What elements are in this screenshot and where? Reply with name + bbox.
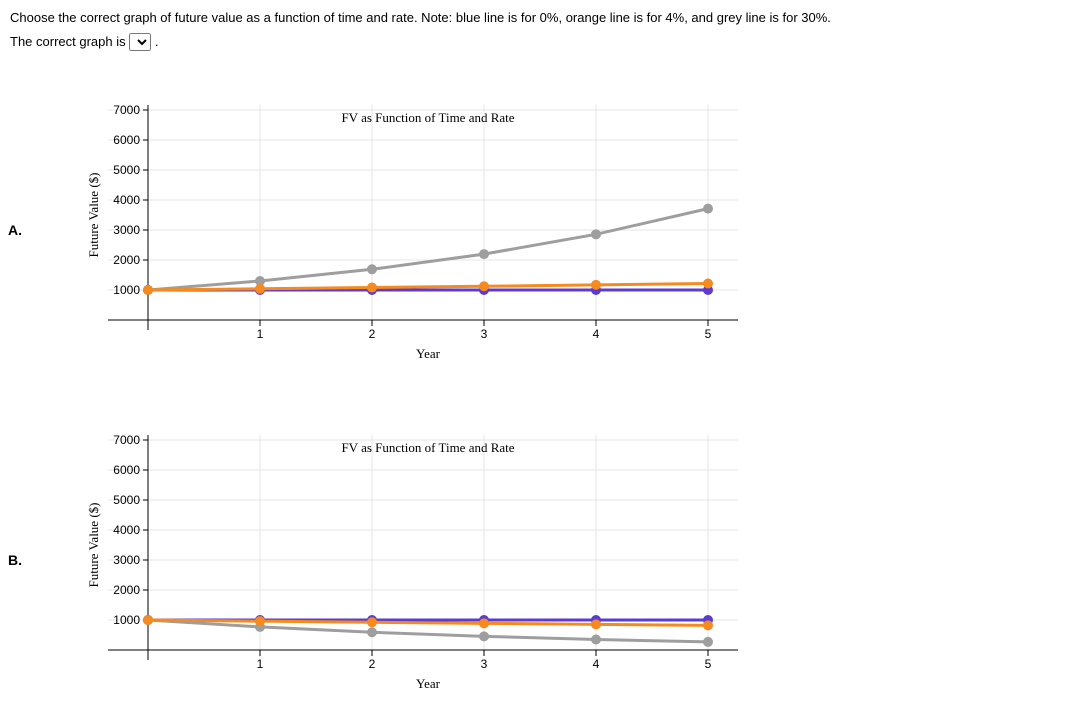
svg-text:1000: 1000: [113, 613, 140, 627]
question-prompt: Choose the correct graph of future value…: [10, 10, 1064, 25]
svg-text:FV as Function of Time and Rat: FV as Function of Time and Rate: [341, 440, 514, 455]
svg-text:1: 1: [257, 327, 264, 341]
svg-text:2: 2: [369, 657, 376, 671]
svg-text:5000: 5000: [113, 493, 140, 507]
chart-a: 1000 2000 3000 4000 5000 6000 7000 1 2 3 4 5 FV as F…: [68, 90, 748, 370]
svg-text:6000: 6000: [113, 463, 140, 477]
svg-text:FV as Function of Time and Rat: FV as Function of Time and Rate: [341, 110, 514, 125]
chart-row-b: B. 1000 2000 3000 4000 5000 6000 7000 1 2 3 4 5 FV a…: [0, 410, 748, 710]
svg-text:3: 3: [481, 327, 488, 341]
svg-text:4: 4: [593, 327, 600, 341]
svg-text:3000: 3000: [113, 223, 140, 237]
svg-text:4: 4: [593, 657, 600, 671]
chart-row-a: A. 1000 2000 3000 4000 5000 6000 7000 1 2 3 4 5 FV a…: [0, 80, 748, 380]
svg-text:Future Value ($): Future Value ($): [86, 503, 101, 588]
svg-text:2: 2: [369, 327, 376, 341]
svg-text:Year: Year: [416, 346, 441, 361]
svg-text:1: 1: [257, 657, 264, 671]
chart-b: 1000 2000 3000 4000 5000 6000 7000 1 2 3 4 5 FV as F…: [68, 420, 748, 700]
chart-b-svg: 1000 2000 3000 4000 5000 6000 7000 1 2 3 4 5 FV as F…: [68, 420, 748, 700]
svg-text:7000: 7000: [113, 433, 140, 447]
svg-text:Year: Year: [416, 676, 441, 691]
svg-text:3: 3: [481, 657, 488, 671]
svg-text:5000: 5000: [113, 163, 140, 177]
svg-text:4000: 4000: [113, 523, 140, 537]
answer-prefix: The correct graph is: [10, 34, 126, 49]
option-label-b: B.: [0, 552, 68, 568]
option-label-a: A.: [0, 222, 68, 238]
answer-select[interactable]: [129, 33, 151, 51]
svg-text:6000: 6000: [113, 133, 140, 147]
charts-area: A. 1000 2000 3000 4000 5000 6000 7000 1 2 3 4 5 FV a…: [0, 80, 748, 710]
svg-text:Future Value ($): Future Value ($): [86, 173, 101, 258]
answer-suffix: .: [155, 34, 159, 49]
svg-text:2000: 2000: [113, 583, 140, 597]
svg-text:1000: 1000: [113, 283, 140, 297]
svg-text:3000: 3000: [113, 553, 140, 567]
svg-text:2000: 2000: [113, 253, 140, 267]
svg-text:5: 5: [705, 327, 712, 341]
answer-line: The correct graph is .: [10, 33, 1064, 51]
svg-text:4000: 4000: [113, 193, 140, 207]
svg-text:7000: 7000: [113, 103, 140, 117]
svg-text:5: 5: [705, 657, 712, 671]
chart-a-svg: 1000 2000 3000 4000 5000 6000 7000 1 2 3 4 5 FV as F…: [68, 90, 748, 370]
